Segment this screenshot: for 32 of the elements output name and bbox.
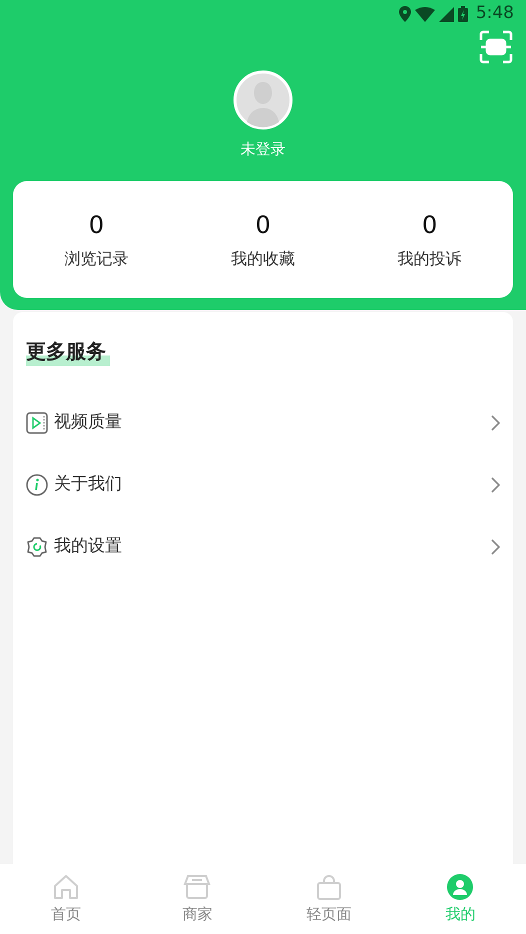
location-icon [398,6,411,22]
scan-icon[interactable] [479,30,513,64]
chevron-icon [491,539,500,555]
service-item[interactable]: 我的设置 [26,516,500,578]
item-label: 我的设置 [54,535,123,558]
shop-icon [183,872,212,901]
chevron-icon [491,477,500,493]
gear-icon [26,536,48,558]
chevron-icon [491,415,500,431]
stat-value[interactable]: 0 [88,207,104,243]
wifi-icon [414,6,435,22]
stat-label[interactable]: 我的收藏 [230,247,295,271]
status-time: 5:48 [476,2,514,26]
tab-item[interactable]: 首页 [0,864,132,934]
battery-icon [458,6,468,22]
bag-icon [314,872,343,901]
service-item[interactable]: 视频质量 [26,392,500,454]
stat-label[interactable]: 我的投诉 [398,247,462,271]
item-label: 关于我们 [54,473,123,496]
info-icon [26,474,48,496]
video-icon [26,412,48,434]
tab-item[interactable]: 轻页面 [263,864,394,934]
stat-value[interactable]: 0 [255,207,271,243]
tab-item[interactable]: 商家 [132,864,263,934]
signal-icon [438,6,454,22]
home-icon [52,872,80,901]
person-icon [446,872,474,901]
item-label: 视频质量 [54,411,123,434]
stat-value[interactable]: 0 [422,207,438,243]
avatar-icon[interactable] [233,70,293,130]
stat-label[interactable]: 浏览记录 [64,247,128,271]
service-item[interactable]: 关于我们 [26,454,500,516]
